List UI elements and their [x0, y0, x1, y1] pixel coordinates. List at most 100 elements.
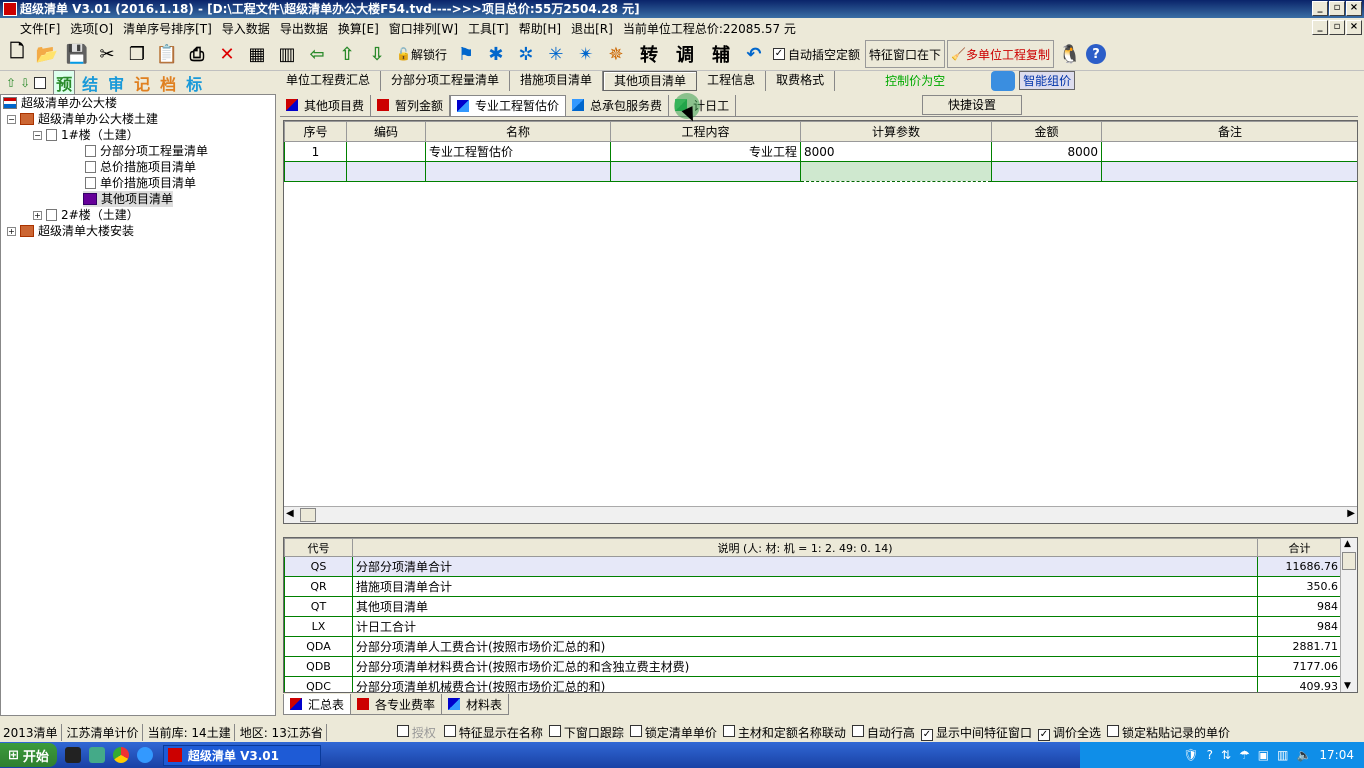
- cell[interactable]: QR: [284, 576, 353, 597]
- move-down-icon[interactable]: ⇩: [20, 76, 30, 90]
- cell[interactable]: 984: [1257, 616, 1342, 637]
- signal-tray-icon[interactable]: ▥: [1277, 748, 1288, 762]
- show-feature-window-checkbox[interactable]: ✓ 显示中间特征窗口: [920, 724, 1032, 741]
- print-icon[interactable]: ⎙: [183, 40, 211, 68]
- feature-window-button[interactable]: 特征窗口在下: [864, 40, 945, 68]
- scroll-down-icon[interactable]: ▼: [1344, 681, 1351, 691]
- tree-node-project[interactable]: 超级清单办公大楼: [3, 95, 117, 111]
- cell[interactable]: QDB: [284, 656, 353, 677]
- scroll-up-icon[interactable]: ▲: [1344, 539, 1351, 549]
- cell[interactable]: 专业工程暂估价: [425, 141, 611, 162]
- name-link-checkbox[interactable]: 主材和定额名称联动: [722, 724, 846, 741]
- table-row-empty[interactable]: [284, 161, 1357, 182]
- cell[interactable]: [284, 161, 347, 182]
- doc-minimize-button[interactable]: _: [1312, 20, 1328, 35]
- cell[interactable]: 分部分项清单机械费合计(按照市场价汇总的和): [352, 676, 1258, 692]
- doc-restore-button[interactable]: ▫: [1329, 20, 1345, 35]
- cut-icon[interactable]: ✂: [93, 40, 121, 68]
- settle-button[interactable]: 结: [79, 71, 101, 95]
- record-button[interactable]: 记: [131, 71, 153, 95]
- cell[interactable]: 7177.06: [1257, 656, 1342, 677]
- archive-button[interactable]: 档: [157, 71, 179, 95]
- lower-track-checkbox[interactable]: 下窗口跟踪: [548, 724, 624, 741]
- clock[interactable]: 17:04: [1319, 748, 1354, 762]
- table-row[interactable]: 1 专业工程暂估价 专业工程 8000 8000: [284, 141, 1357, 162]
- cell[interactable]: 409.93: [1257, 676, 1342, 692]
- price-tool-icon[interactable]: ✵: [602, 40, 630, 68]
- cell[interactable]: [1101, 161, 1357, 182]
- menu-options[interactable]: 选项[O]: [70, 20, 113, 37]
- tree-node-total-measures[interactable]: 总价措施项目清单: [85, 159, 196, 175]
- table-row[interactable]: QS 分部分项清单合计 11686.76: [284, 556, 1342, 577]
- col-header[interactable]: 序号: [284, 121, 347, 142]
- tree-node-unit-measures[interactable]: 单价措施项目清单: [85, 175, 196, 191]
- media-quicklaunch-icon[interactable]: [88, 747, 105, 763]
- tree-node-civil[interactable]: − 超级清单办公大楼土建: [7, 111, 158, 127]
- paste-icon[interactable]: 📋: [153, 40, 181, 68]
- menu-export[interactable]: 导出数据: [280, 20, 328, 37]
- cell[interactable]: 1: [284, 141, 347, 162]
- adjust-button[interactable]: 调: [668, 40, 702, 68]
- network-tray-icon[interactable]: ⇅: [1221, 748, 1231, 762]
- save-icon[interactable]: 💾: [63, 40, 91, 68]
- restore-button[interactable]: ▫: [1329, 1, 1345, 16]
- cell[interactable]: 措施项目清单合计: [352, 576, 1258, 597]
- tab-project-info[interactable]: 工程信息: [697, 70, 767, 91]
- cell[interactable]: 分部分项清单合计: [352, 556, 1258, 577]
- smart-price-button[interactable]: 智能组价: [1019, 71, 1076, 90]
- quick-settings-button[interactable]: 快捷设置: [922, 95, 1022, 115]
- auto-insert-checkbox[interactable]: ✓ 自动插空定额: [770, 40, 863, 68]
- menu-exit[interactable]: 退出[R]: [571, 20, 613, 37]
- taskbar-app-button[interactable]: 超级清单 V3.01: [162, 744, 321, 766]
- tab-fee-rates[interactable]: 各专业费率: [350, 694, 443, 715]
- authorize-checkbox[interactable]: 授权: [396, 724, 436, 741]
- selected-cell[interactable]: [800, 161, 992, 182]
- scroll-right-icon[interactable]: ▶: [1347, 508, 1355, 519]
- blue-tool-icon-2[interactable]: ✲: [512, 40, 540, 68]
- col-header[interactable]: 金额: [991, 121, 1102, 142]
- ie-icon[interactable]: [136, 747, 153, 763]
- device-tray-icon[interactable]: ▣: [1258, 748, 1269, 762]
- cell[interactable]: 计日工合计: [352, 616, 1258, 637]
- tab-other-fees[interactable]: 其他项目费: [280, 94, 372, 116]
- lock-price-checkbox[interactable]: 锁定清单单价: [629, 724, 717, 741]
- cell[interactable]: 984: [1257, 596, 1342, 617]
- col-header[interactable]: 计算参数: [800, 121, 992, 142]
- col-header[interactable]: 工程内容: [610, 121, 801, 142]
- cell[interactable]: 2881.71: [1257, 636, 1342, 657]
- close-button[interactable]: ×: [1346, 1, 1362, 16]
- tab-other-items[interactable]: 其他项目清单: [603, 70, 698, 91]
- umbrella-tray-icon[interactable]: ☂: [1239, 748, 1250, 762]
- expand-icon[interactable]: +: [33, 210, 42, 220]
- cell[interactable]: [991, 161, 1102, 182]
- table-row[interactable]: QR 措施项目清单合计 350.6: [284, 576, 1342, 597]
- delete-icon[interactable]: ✕: [213, 40, 241, 68]
- menu-convert[interactable]: 换算[E]: [338, 20, 379, 37]
- blue-tool-icon-3[interactable]: ✳: [542, 40, 570, 68]
- cell[interactable]: 其他项目清单: [352, 596, 1258, 617]
- turn-button[interactable]: 转: [632, 40, 666, 68]
- antivirus-tray-icon[interactable]: 🛡: [1183, 748, 1198, 762]
- table-row[interactable]: QDB 分部分项清单材料费合计(按照市场价汇总的和含独立费主材费) 7177.06: [284, 656, 1342, 677]
- tree-node-install[interactable]: + 超级清单大楼安装: [7, 223, 134, 239]
- cell[interactable]: 11686.76: [1257, 556, 1342, 577]
- blue-tool-icon-4[interactable]: ✴: [572, 40, 600, 68]
- cell[interactable]: 350.6: [1257, 576, 1342, 597]
- cell[interactable]: 专业工程: [610, 141, 801, 162]
- col-header[interactable]: 说明 (人: 材: 机 = 1: 2. 49: 0. 14): [352, 538, 1258, 557]
- chrome-icon[interactable]: [112, 747, 129, 763]
- flag-icon[interactable]: ⚑: [452, 40, 480, 68]
- tab-summary[interactable]: 汇总表: [283, 694, 352, 715]
- cell[interactable]: 8000: [800, 141, 992, 162]
- col-header[interactable]: 名称: [425, 121, 611, 142]
- multi-copy-button[interactable]: 🧹 多单位工程复制: [947, 40, 1054, 68]
- tab-specialty-estimate[interactable]: 专业工程暂估价: [450, 94, 567, 116]
- table-row[interactable]: LX 计日工合计 984: [284, 616, 1342, 637]
- columns-icon[interactable]: ▥: [273, 40, 301, 68]
- adjust-all-checkbox[interactable]: ✓ 调价全选: [1037, 724, 1101, 741]
- table-row[interactable]: QDA 分部分项清单人工费合计(按照市场价汇总的和) 2881.71: [284, 636, 1342, 657]
- cell[interactable]: 分部分项清单材料费合计(按照市场价汇总的和含独立费主材费): [352, 656, 1258, 677]
- arrow-down-icon[interactable]: ⇩: [363, 40, 391, 68]
- undo-icon[interactable]: ↶: [740, 40, 768, 68]
- minimize-button[interactable]: _: [1312, 1, 1328, 16]
